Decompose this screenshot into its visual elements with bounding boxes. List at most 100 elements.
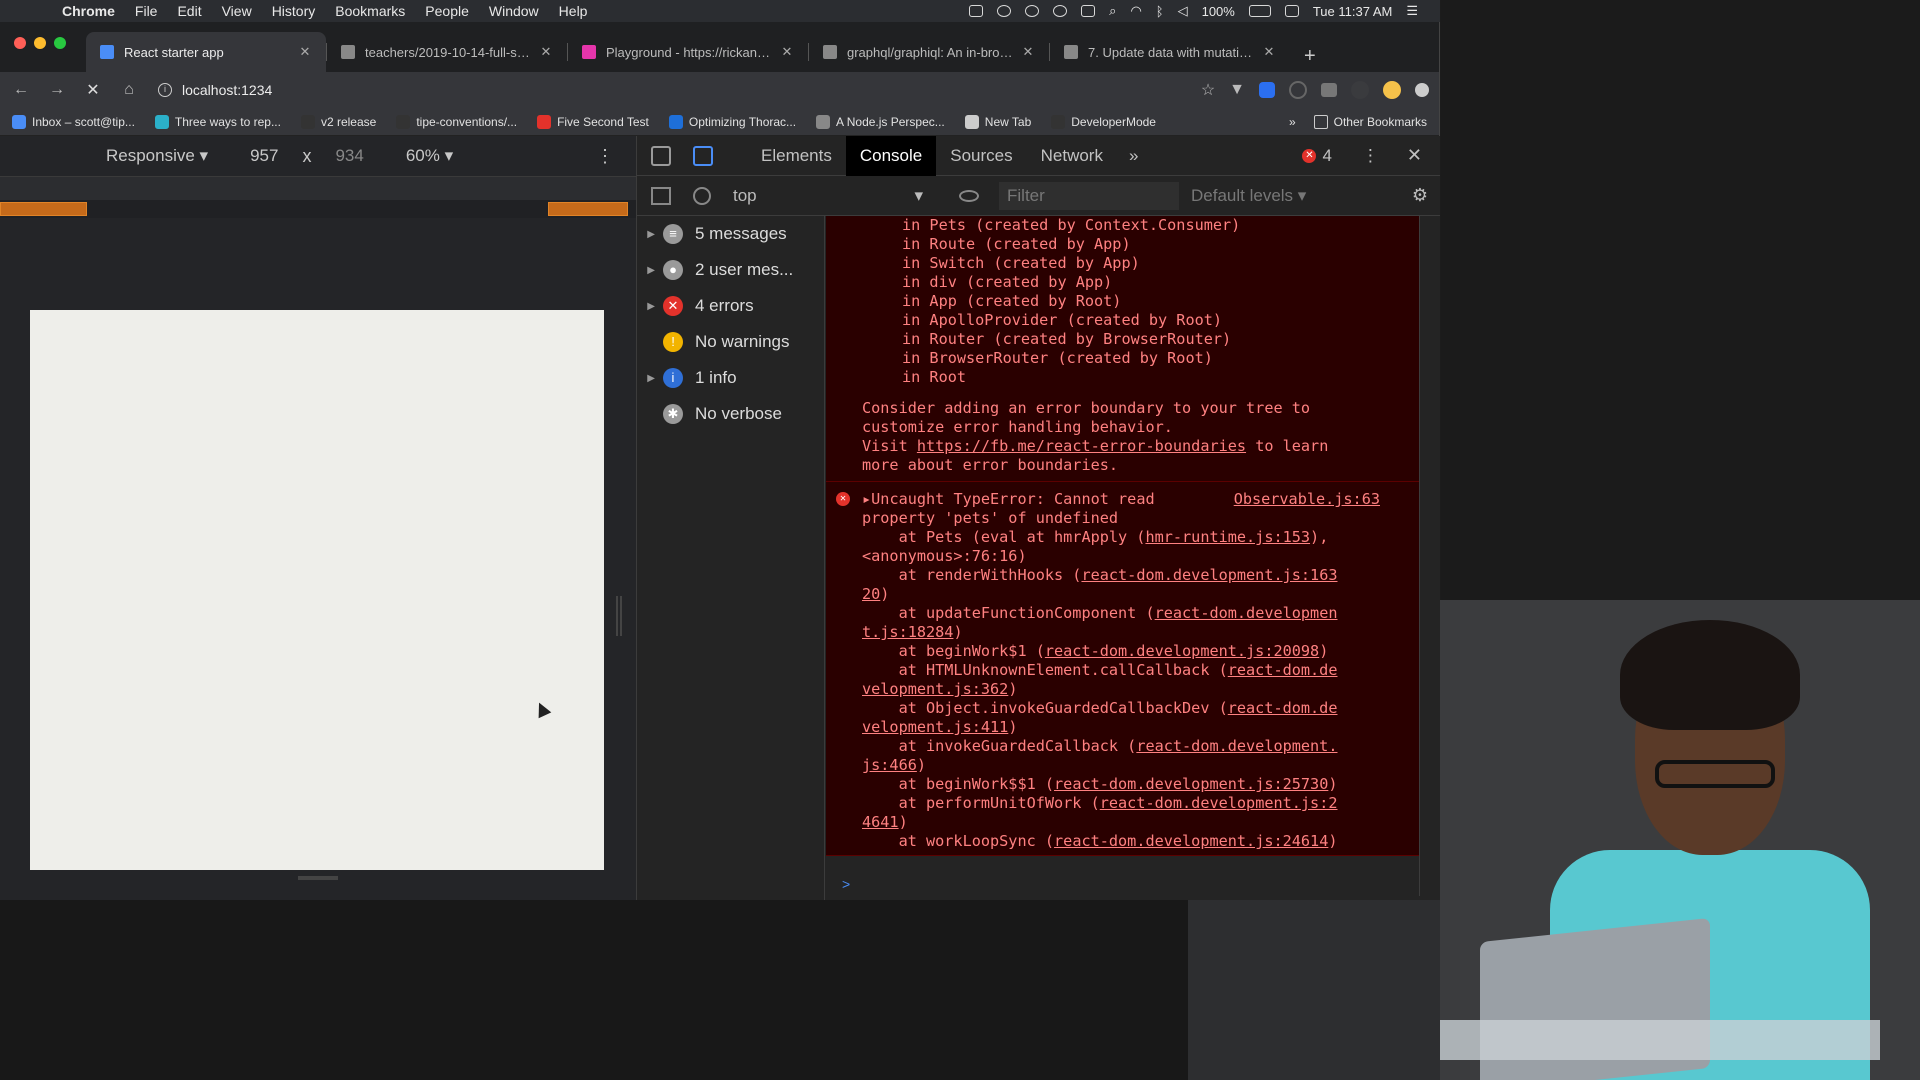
close-tab-icon[interactable]: ✕ [539, 44, 553, 60]
close-window-button[interactable] [14, 37, 26, 49]
vue-devtools-icon[interactable]: ▼ [1229, 81, 1245, 99]
menu-app-name[interactable]: Chrome [52, 3, 125, 19]
bookmark-item[interactable]: Three ways to rep... [154, 114, 281, 129]
device-more-icon[interactable]: ⋮ [596, 146, 614, 167]
cloud-icon[interactable] [1025, 5, 1040, 17]
1password-icon[interactable] [1053, 5, 1068, 17]
media-query-marker-right[interactable] [548, 202, 628, 216]
trace-source-link[interactable]: react-dom.development. [1136, 737, 1337, 755]
trace-source-link[interactable]: react-dom.development.js:20098 [1045, 642, 1319, 660]
menu-file[interactable]: File [125, 3, 168, 19]
calendar-icon[interactable] [1284, 5, 1299, 17]
clear-console-icon[interactable] [693, 186, 711, 205]
stop-loading-icon[interactable]: ✕ [82, 80, 104, 100]
minimize-window-button[interactable] [34, 37, 46, 49]
console-prompt[interactable]: > [842, 876, 850, 892]
address-text[interactable]: localhost:1234 [182, 82, 272, 98]
expand-arrow-icon[interactable]: ▶ [637, 265, 663, 276]
sidebar-toggle-icon[interactable] [651, 186, 671, 205]
console-sidebar-item[interactable]: ! No warnings [637, 324, 824, 360]
close-tab-icon[interactable]: ✕ [298, 44, 312, 60]
volume-icon[interactable]: ◁ [1178, 3, 1188, 19]
viewport-width-resize-handle[interactable] [616, 596, 622, 636]
error-source-link[interactable]: Observable.js:63 [1234, 490, 1380, 509]
zoom-select[interactable]: 60% ▾ [406, 146, 453, 166]
trace-source-link[interactable]: js:466 [862, 756, 917, 774]
browser-tab[interactable]: React starter app ✕ [86, 32, 326, 72]
device-toggle-icon[interactable] [693, 145, 713, 166]
close-devtools-icon[interactable]: ✕ [1407, 145, 1422, 166]
console-log[interactable]: in Pets (created by Context.Consumer) in … [826, 216, 1420, 858]
address-bar[interactable]: i localhost:1234 [154, 76, 1187, 104]
tab-elements[interactable]: Elements [747, 136, 846, 176]
menu-window[interactable]: Window [479, 3, 549, 19]
devtools-menu-icon[interactable]: ⋮ [1362, 146, 1379, 166]
tab-network[interactable]: Network [1027, 136, 1117, 176]
menu-bookmarks[interactable]: Bookmarks [325, 3, 415, 19]
bookmarks-overflow-button[interactable]: » [1289, 115, 1296, 129]
media-query-bar[interactable] [0, 176, 636, 200]
extension-zoom-icon[interactable] [1259, 82, 1275, 98]
close-tab-icon[interactable]: ✕ [780, 44, 794, 60]
console-sidebar-item[interactable]: ▶ ● 2 user mes... [637, 252, 824, 288]
bookmark-item[interactable]: Five Second Test [537, 114, 649, 129]
site-info-icon[interactable]: i [158, 83, 172, 97]
extension-camera-icon[interactable] [1321, 83, 1337, 97]
bookmark-item[interactable]: Optimizing Thorac... [668, 114, 796, 129]
menu-edit[interactable]: Edit [167, 3, 211, 19]
trace-source-link[interactable]: 4641 [862, 813, 899, 831]
trace-source-link[interactable]: react-dom.development.js:25730 [1054, 775, 1328, 793]
other-bookmarks-folder[interactable]: Other Bookmarks [1313, 114, 1427, 129]
display-icon[interactable] [969, 5, 984, 17]
live-expression-eye-icon[interactable] [959, 189, 979, 202]
log-levels-select[interactable]: Default levels ▾ [1191, 186, 1306, 206]
trace-source-link[interactable]: react-dom.development.js:24614 [1054, 832, 1328, 850]
bookmark-item[interactable]: DeveloperMode [1051, 114, 1156, 129]
browser-tab[interactable]: Playground - https://rickandm ✕ [568, 32, 808, 72]
bookmark-item[interactable]: Inbox – scott@tip... [12, 114, 135, 129]
viewport-height-resize-handle[interactable] [298, 876, 338, 880]
console-sidebar-item[interactable]: ▶ ≡ 5 messages [637, 216, 824, 252]
trace-source-link[interactable]: velopment.js:362 [862, 680, 1008, 698]
trace-source-link[interactable]: react-dom.development.js:163 [1081, 566, 1337, 584]
chrome-menu-icon[interactable] [1415, 83, 1429, 97]
trace-source-link[interactable]: velopment.js:411 [862, 718, 1008, 736]
close-tab-icon[interactable]: ✕ [1262, 44, 1276, 60]
bookmark-item[interactable]: v2 release [300, 114, 376, 129]
browser-tab[interactable]: 7. Update data with mutations ✕ [1050, 32, 1290, 72]
clock[interactable]: Tue 11:37 AM [1313, 4, 1393, 19]
bluetooth-icon[interactable]: ᛒ [1156, 4, 1164, 19]
tab-sources[interactable]: Sources [936, 136, 1026, 176]
trace-source-link[interactable]: react-dom.de [1228, 661, 1338, 679]
extension-dark-icon[interactable] [1351, 81, 1369, 99]
error-boundaries-link[interactable]: https://fb.me/react-error-boundaries [917, 437, 1246, 455]
trace-source-link[interactable]: hmr-runtime.js:153 [1145, 528, 1310, 546]
expand-arrow-icon[interactable]: ▶ [637, 229, 663, 240]
tab-console[interactable]: Console [845, 135, 937, 176]
expand-arrow-icon[interactable]: ▶ [637, 373, 663, 384]
zoom-window-button[interactable] [54, 37, 66, 49]
console-sidebar-item[interactable]: ▶ ✕ 4 errors [637, 288, 824, 324]
menu-view[interactable]: View [212, 3, 262, 19]
device-mode-select[interactable]: Responsive ▾ [106, 146, 208, 166]
wifi-icon[interactable]: ◠ [1130, 3, 1141, 19]
back-icon[interactable]: ← [10, 81, 32, 99]
bookmark-star-icon[interactable]: ☆ [1201, 80, 1215, 100]
gear-icon[interactable]: ⚙ [1412, 185, 1428, 206]
extension-circle-icon[interactable] [1289, 81, 1307, 99]
more-tabs-button[interactable]: » [1117, 146, 1150, 166]
browser-tab[interactable]: graphql/graphiql: An in-brows ✕ [809, 32, 1049, 72]
menu-history[interactable]: History [262, 3, 326, 19]
expand-arrow-icon[interactable]: ▸ [862, 490, 871, 508]
console-sidebar-item[interactable]: ✱ No verbose [637, 396, 824, 432]
trace-source-link[interactable]: react-dom.developmen [1155, 604, 1338, 622]
battery-icon[interactable] [1248, 5, 1271, 17]
context-select[interactable]: top ▾ [733, 186, 923, 206]
profile-avatar[interactable] [1383, 81, 1401, 99]
emulated-viewport[interactable] [30, 310, 604, 870]
grid-icon[interactable] [1081, 5, 1096, 17]
home-icon[interactable]: ⌂ [118, 81, 140, 99]
bookmark-item[interactable]: tipe-conventions/... [396, 114, 517, 129]
viewport-height-input[interactable]: 934 [335, 146, 363, 166]
browser-tab[interactable]: teachers/2019-10-14-full-stac ✕ [327, 32, 567, 72]
